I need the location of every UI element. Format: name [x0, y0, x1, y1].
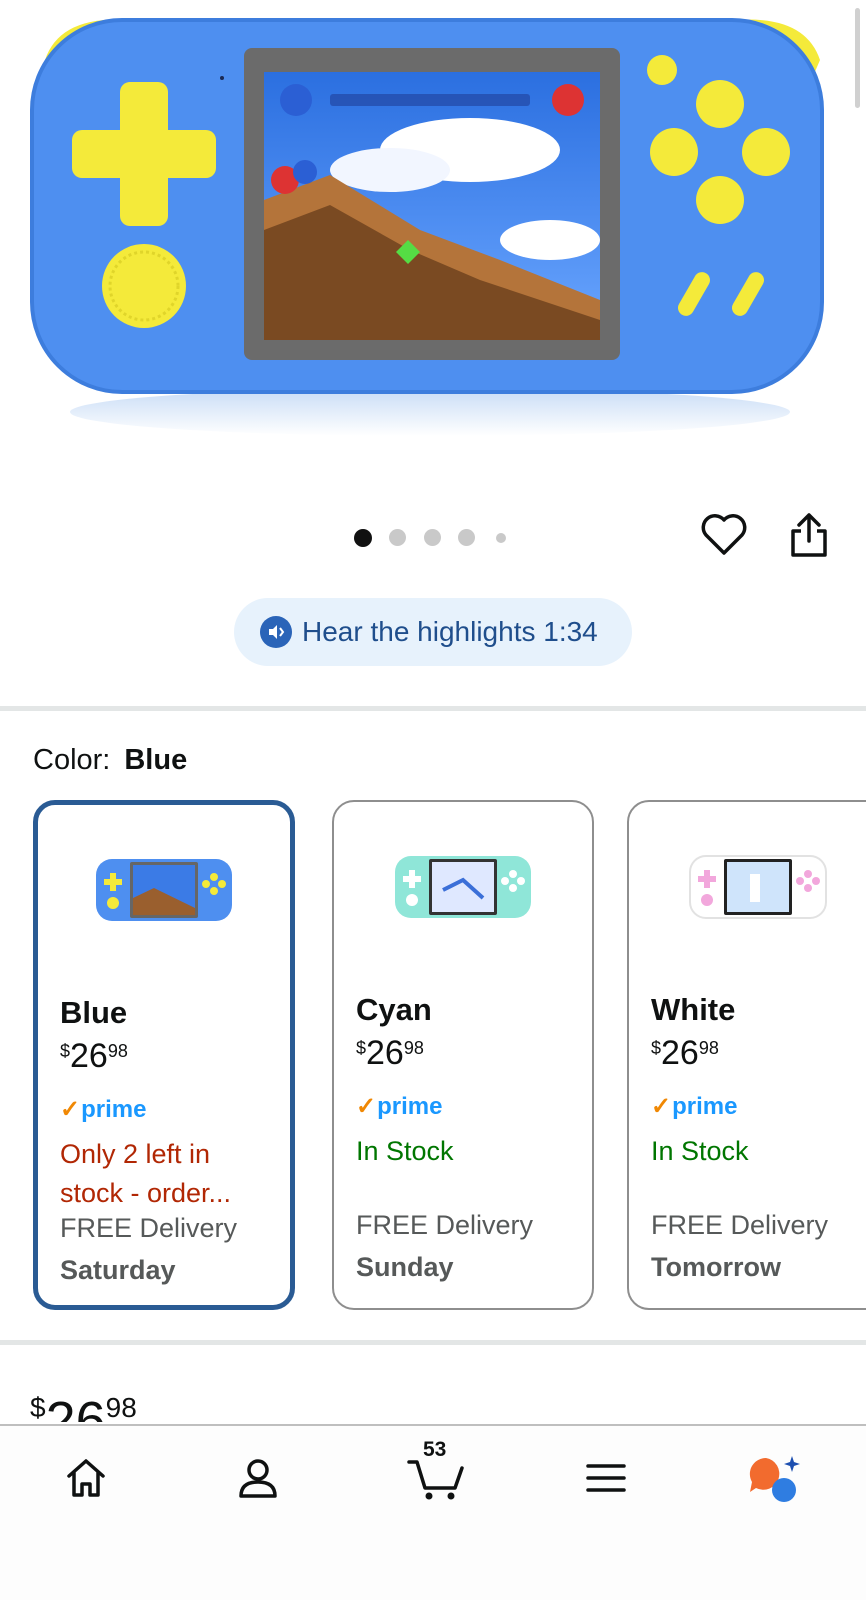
- color-selector-label: Color: Blue: [33, 744, 187, 777]
- delivery-day: Sunday: [356, 1252, 454, 1282]
- price-currency: $: [60, 1041, 71, 1061]
- carousel-dot[interactable]: [354, 529, 372, 547]
- color-value: Blue: [124, 744, 188, 776]
- heart-icon: [701, 514, 747, 555]
- favorite-button[interactable]: [699, 510, 749, 560]
- buy-box-price: $26 98: [30, 1390, 137, 1422]
- prime-badge: ✓ prime: [60, 1095, 146, 1124]
- variant-thumbnail: [96, 859, 232, 921]
- cart-count-badge: 53: [423, 1438, 447, 1461]
- scroll-indicator: [855, 8, 860, 108]
- stock-status: Only 2 left in stock - order...: [60, 1139, 232, 1208]
- price-fraction: 98: [698, 1038, 719, 1058]
- nav-account[interactable]: [228, 1448, 288, 1508]
- share-button[interactable]: [784, 510, 834, 560]
- variant-price: $26 98: [356, 1034, 424, 1073]
- price-currency: $: [651, 1038, 662, 1058]
- variant-card-blue[interactable]: Blue $26 98 ✓ prime Only 2 left in stock -…: [33, 800, 295, 1310]
- price-whole: 26: [45, 1391, 106, 1422]
- prime-label: prime: [81, 1095, 147, 1123]
- variant-thumbnail: [395, 856, 531, 918]
- price-fraction: 98: [403, 1038, 424, 1058]
- carousel-dot[interactable]: [496, 533, 506, 543]
- delivery-day: Tomorrow: [651, 1252, 781, 1282]
- account-icon: [239, 1459, 277, 1498]
- home-icon: [67, 1459, 105, 1497]
- bottom-navigation: 53: [0, 1424, 866, 1600]
- variant-name: Blue: [60, 995, 128, 1030]
- variant-name: White: [651, 992, 736, 1027]
- stock-status: In Stock: [356, 1136, 454, 1166]
- price-currency: $: [356, 1038, 367, 1058]
- price-fraction: 98: [105, 1392, 137, 1422]
- price-currency: $: [30, 1392, 46, 1422]
- price-whole: 26: [70, 1037, 108, 1075]
- carousel-dot[interactable]: [389, 529, 406, 546]
- carousel-dot[interactable]: [424, 529, 441, 546]
- price-whole: 26: [366, 1034, 404, 1072]
- delivery-day: Saturday: [60, 1255, 176, 1285]
- nav-home[interactable]: [56, 1448, 116, 1508]
- prime-check-icon: ✓: [356, 1093, 377, 1120]
- share-icon: [791, 513, 827, 557]
- section-divider: [0, 1340, 866, 1345]
- section-divider: [0, 706, 866, 711]
- variant-price: $26 98: [60, 1037, 128, 1076]
- variant-price: $26 98: [651, 1034, 719, 1073]
- color-key: Color:: [33, 744, 111, 776]
- stock-status: In Stock: [651, 1136, 749, 1166]
- speaker-icon: [260, 616, 292, 648]
- rufus-assistant-icon: [749, 1456, 800, 1502]
- variant-card-cyan[interactable]: Cyan $26 98 ✓ prime In Stock FREE Delivery…: [332, 800, 594, 1310]
- prime-check-icon: ✓: [651, 1093, 672, 1120]
- hear-highlights-label: Hear the highlights 1:34: [302, 616, 598, 647]
- nav-menu[interactable]: [576, 1448, 636, 1508]
- variant-thumbnail: [689, 855, 827, 919]
- variant-name: Cyan: [356, 992, 432, 1027]
- price-whole: 26: [661, 1034, 699, 1072]
- delivery-label: FREE Delivery: [651, 1210, 829, 1240]
- prime-badge: ✓ prime: [651, 1092, 737, 1121]
- product-image[interactable]: [0, 0, 866, 470]
- variant-card-white[interactable]: White $26 98 ✓ prime In Stock FREE Deliver…: [627, 800, 866, 1310]
- carousel-dot[interactable]: [458, 529, 475, 546]
- prime-badge: ✓ prime: [356, 1092, 442, 1121]
- game-console-illustration: [30, 18, 824, 436]
- menu-icon: [586, 1464, 626, 1492]
- delivery-label: FREE Delivery: [60, 1213, 238, 1243]
- nav-rufus-assistant[interactable]: [746, 1448, 806, 1508]
- prime-label: prime: [377, 1092, 443, 1120]
- prime-check-icon: ✓: [60, 1096, 81, 1123]
- hear-highlights-button[interactable]: Hear the highlights 1:34: [234, 598, 632, 666]
- delivery-label: FREE Delivery: [356, 1210, 534, 1240]
- prime-label: prime: [672, 1092, 738, 1120]
- price-fraction: 98: [107, 1041, 128, 1061]
